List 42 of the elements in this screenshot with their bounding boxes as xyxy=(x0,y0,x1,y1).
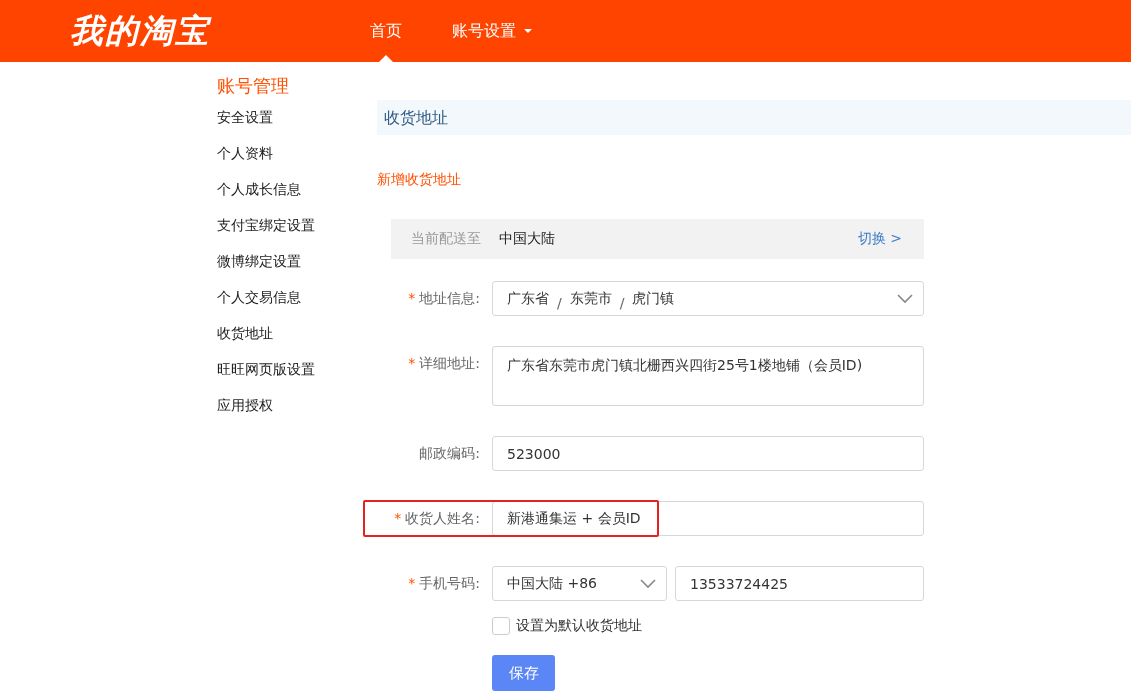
required-mark: * xyxy=(408,355,416,371)
logo: 我的淘宝 xyxy=(70,9,213,52)
region-part: 虎门镇 xyxy=(632,289,675,308)
field-label: 详细地址: xyxy=(419,355,480,371)
input-field[interactable]: 新港通集运 + 会员ID xyxy=(492,501,924,536)
checkbox[interactable] xyxy=(492,617,510,635)
switch-link[interactable]: 切换 > xyxy=(857,230,902,248)
required-mark: * xyxy=(394,510,402,526)
region-select[interactable]: 广东省 / 东莞市 / 虎门镇 xyxy=(492,281,924,316)
caret-icon xyxy=(524,29,532,33)
sidebar-item[interactable]: 个人交易信息 xyxy=(217,287,377,323)
region-part: 东莞市 xyxy=(569,289,612,308)
field-label: 收货人姓名: xyxy=(405,510,480,526)
checkbox-label: 设置为默认收货地址 xyxy=(516,617,642,635)
field-label: 地址信息: xyxy=(419,290,480,306)
field-label: 邮政编码: xyxy=(419,445,480,461)
required-mark: * xyxy=(408,575,416,591)
chevron-down-icon xyxy=(640,578,656,589)
separator: / xyxy=(619,294,625,311)
page-title: 收货地址 xyxy=(377,100,1131,135)
chevron-down-icon xyxy=(897,293,913,304)
sidebar-item[interactable]: 收货地址 xyxy=(217,323,377,359)
delivery-region: 中国大陆 xyxy=(499,230,556,248)
sidebar-item[interactable]: 个人资料 xyxy=(217,143,377,179)
input-field[interactable]: 523000 xyxy=(492,436,924,471)
sidebar-item[interactable]: 安全设置 xyxy=(217,107,377,143)
sidebar-title: 账号管理 xyxy=(217,74,290,98)
address-textarea[interactable]: 广东省东莞市虎门镇北栅西兴四街25号1楼地铺（会员ID) xyxy=(492,346,924,406)
region-part: 广东省 xyxy=(507,289,549,308)
country-code: 中国大陆 +86 xyxy=(507,574,597,593)
sidebar-item[interactable]: 支付宝绑定设置 xyxy=(217,215,377,251)
sidebar-item[interactable]: 个人成长信息 xyxy=(217,179,377,215)
sidebar-item[interactable]: 微博绑定设置 xyxy=(217,251,377,287)
phone-field[interactable]: 13533724425 xyxy=(675,566,924,601)
required-mark: * xyxy=(408,290,416,306)
sidebar-item[interactable]: 旺旺网页版设置 xyxy=(217,359,377,395)
separator: / xyxy=(557,294,562,311)
sidebar-item[interactable]: 应用授权 xyxy=(217,395,377,431)
field-label: 手机号码: xyxy=(419,575,480,591)
delivery-label: 当前配送至 xyxy=(411,230,481,248)
country-code-select[interactable]: 中国大陆 +86 xyxy=(492,566,667,601)
active-pointer-icon xyxy=(379,55,393,62)
